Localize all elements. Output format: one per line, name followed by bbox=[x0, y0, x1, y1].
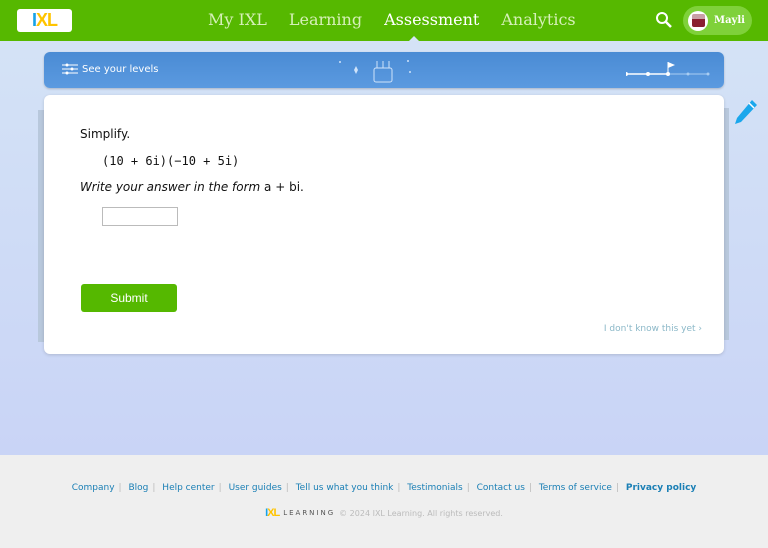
footer-logo-sub: LEARNING bbox=[283, 509, 336, 517]
nav-learning[interactable]: Learning bbox=[289, 10, 362, 29]
question-expression: (10 + 6i)(−10 + 5i) bbox=[102, 154, 240, 168]
footer-logo: IXL bbox=[265, 507, 280, 519]
sliders-icon bbox=[62, 63, 78, 75]
answer-input[interactable] bbox=[102, 207, 178, 226]
castle-icon bbox=[339, 60, 411, 83]
active-caret bbox=[409, 36, 419, 41]
form-prefix: Write your answer in the form bbox=[80, 180, 265, 194]
i-dont-know-link[interactable]: I don't know this yet › bbox=[604, 324, 702, 334]
footer-link-feedback[interactable]: Tell us what you think bbox=[296, 483, 394, 493]
user-name: Mayli bbox=[714, 15, 745, 26]
avatar bbox=[688, 10, 708, 31]
nav-my-ixl[interactable]: My IXL bbox=[208, 10, 267, 29]
pencil-icon[interactable] bbox=[730, 98, 758, 128]
footer-link-privacy[interactable]: Privacy policy bbox=[626, 483, 696, 493]
question-card: Simplify. (10 + 6i)(−10 + 5i) Write your… bbox=[44, 95, 724, 354]
see-levels-label: See your levels bbox=[82, 63, 159, 75]
nav-assessment[interactable]: Assessment bbox=[384, 10, 479, 29]
footer-link-blog[interactable]: Blog bbox=[128, 483, 148, 493]
answer-form-hint: Write your answer in the form a + bi. bbox=[80, 180, 304, 194]
user-menu[interactable]: Mayli bbox=[683, 6, 752, 35]
footer-link-testimonials[interactable]: Testimonials bbox=[407, 483, 462, 493]
ixl-logo[interactable]: IXL bbox=[17, 9, 72, 32]
levels-banner[interactable]: See your levels bbox=[44, 52, 724, 88]
form-expression: a + bi. bbox=[264, 180, 304, 194]
footer: Company | Blog | Help center | User guides |… bbox=[71, 483, 697, 519]
footer-link-terms[interactable]: Terms of service bbox=[539, 483, 612, 493]
copyright: © 2024 IXL Learning. All rights reserved… bbox=[339, 508, 503, 518]
footer-link-user-guides[interactable]: User guides bbox=[229, 483, 282, 493]
footer-link-company[interactable]: Company bbox=[72, 483, 115, 493]
submit-button[interactable]: Submit bbox=[81, 284, 177, 312]
card-shadow bbox=[724, 108, 729, 340]
footer-link-help-center[interactable]: Help center bbox=[162, 483, 214, 493]
footer-link-contact[interactable]: Contact us bbox=[477, 483, 525, 493]
search-icon[interactable] bbox=[655, 11, 672, 28]
question-instruction: Simplify. bbox=[80, 127, 131, 141]
nav-analytics[interactable]: Analytics bbox=[501, 10, 575, 29]
level-progress-icon bbox=[626, 62, 710, 76]
top-nav: IXL My IXL Learning Assessment Analytics… bbox=[0, 0, 768, 41]
